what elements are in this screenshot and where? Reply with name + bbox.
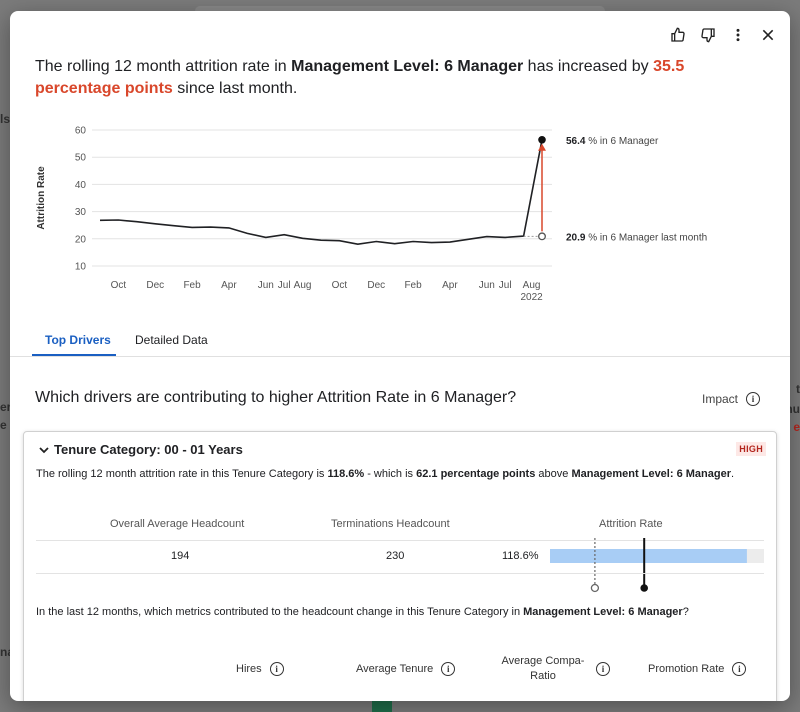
- value-dot: [640, 584, 648, 592]
- background-text: ls: [0, 112, 11, 126]
- driver-card-title: Tenure Category: 00 - 01 Years: [54, 442, 243, 457]
- metrics-q-end: ?: [682, 606, 689, 618]
- chart-svg: 10 20 30 40 50 60 Attrition Rate Oct Dec Feb Apr Ju…: [36, 126, 707, 304]
- insight-headline: The rolling 12 month attrition rate in M…: [35, 56, 725, 100]
- change-arrow-head: [538, 143, 546, 151]
- desc-end: .: [731, 468, 735, 480]
- metric-header-label: Average Tenure: [356, 663, 434, 675]
- stats-divider: [36, 573, 764, 574]
- modal-toolbar: [668, 25, 778, 45]
- metric-header-label: Hires: [236, 663, 262, 675]
- driver-card-description: The rolling 12 month attrition rate in t…: [36, 468, 734, 480]
- background-text: e: [0, 418, 7, 432]
- impact-badge: HIGH: [736, 442, 766, 456]
- impact-label-group[interactable]: Impact i: [702, 392, 760, 406]
- info-icon[interactable]: i: [746, 392, 760, 406]
- headline-prefix: The rolling 12 month attrition rate in: [35, 58, 292, 75]
- background-text: e: [793, 420, 800, 434]
- y-tick-label: 20: [75, 234, 87, 245]
- stats-header-terminations: Terminations Headcount: [331, 518, 450, 530]
- x-tick-label: Aug: [523, 280, 541, 291]
- current-value-point: [538, 135, 546, 144]
- metric-header-label: Promotion Rate: [648, 663, 725, 675]
- bar-fill: [550, 549, 747, 563]
- background-block: [372, 700, 392, 712]
- metric-header-hires[interactable]: Hires i: [236, 662, 284, 676]
- stats-header-avg-headcount: Overall Average Headcount: [110, 518, 245, 530]
- thumbs-down-icon[interactable]: [698, 25, 718, 45]
- x-tick-label: Feb: [183, 280, 201, 291]
- thumbs-up-icon[interactable]: [668, 25, 688, 45]
- desc-points: 62.1 percentage points: [416, 468, 536, 480]
- y-tick-label: 10: [75, 262, 87, 273]
- drivers-question: Which drivers are contributing to higher…: [35, 389, 517, 406]
- metric-header-compa-ratio[interactable]: Average Compa-Ratio i: [498, 654, 610, 684]
- x-tick-label: Apr: [442, 280, 458, 291]
- headline-entity: Management Level: 6 Manager: [291, 58, 524, 75]
- tab-detailed-data[interactable]: Detailed Data: [135, 333, 208, 347]
- desc-prefix: The rolling 12 month attrition rate in t…: [36, 468, 328, 480]
- driver-card: Tenure Category: 00 - 01 Years HIGH The …: [23, 431, 777, 701]
- benchmark-dot: [590, 583, 600, 593]
- more-vert-icon[interactable]: [728, 25, 748, 45]
- attrition-rate-bar: [550, 538, 764, 593]
- x-tick-label: Dec: [367, 280, 385, 291]
- metrics-question: In the last 12 months, which metrics con…: [36, 606, 689, 618]
- y-axis-label: Attrition Rate: [36, 166, 47, 230]
- info-icon[interactable]: i: [269, 662, 284, 676]
- background-text: t: [796, 382, 800, 396]
- desc-after: above: [535, 468, 572, 480]
- stats-header-attrition-rate: Attrition Rate: [599, 518, 663, 530]
- x-tick-label: Oct: [111, 280, 127, 291]
- stat-avg-headcount: 194: [171, 550, 190, 562]
- stat-terminations: 230: [386, 550, 405, 562]
- y-tick-label: 50: [75, 153, 87, 164]
- info-icon[interactable]: i: [596, 662, 610, 676]
- metric-header-label: Average Compa-Ratio: [501, 655, 585, 682]
- x-tick-label: Jun: [258, 280, 274, 291]
- headline-suffix: since last month.: [172, 80, 298, 97]
- desc-rate: 118.6%: [327, 468, 365, 480]
- info-icon[interactable]: i: [732, 662, 747, 676]
- desc-entity: Management Level: 6 Manager: [571, 468, 731, 480]
- metrics-q-entity: Management Level: 6 Manager: [523, 606, 683, 618]
- chevron-down-icon[interactable]: [38, 444, 50, 456]
- attrition-line-chart: 10 20 30 40 50 60 Attrition Rate Oct Dec Feb Apr Ju…: [30, 116, 770, 316]
- x-tick-label: Jul: [278, 280, 291, 291]
- y-tick-label: 60: [75, 126, 87, 137]
- x-year-label: 2022: [520, 292, 543, 303]
- stat-attrition-rate: 118.6%: [502, 550, 539, 562]
- x-tick-label: Jun: [479, 280, 495, 291]
- x-tick-label: Oct: [332, 280, 348, 291]
- insight-modal: The rolling 12 month attrition rate in M…: [10, 11, 790, 701]
- x-tick-label: Aug: [294, 280, 312, 291]
- metric-header-promotion-rate[interactable]: Promotion Rate i: [648, 662, 747, 676]
- driver-card-header[interactable]: Tenure Category: 00 - 01 Years: [38, 442, 243, 457]
- y-tick-label: 30: [75, 207, 87, 218]
- desc-middle: - which is: [364, 468, 417, 480]
- x-tick-label: Apr: [221, 280, 237, 291]
- info-icon[interactable]: i: [441, 662, 456, 676]
- close-icon[interactable]: [758, 25, 778, 45]
- tab-top-drivers[interactable]: Top Drivers: [45, 333, 111, 347]
- tab-bar: Top Drivers Detailed Data: [10, 321, 790, 357]
- previous-value-annotation: 20.9 % in 6 Manager last month: [566, 232, 707, 243]
- previous-value-point: [538, 232, 546, 241]
- headline-middle: has increased by: [523, 58, 654, 75]
- impact-label: Impact: [701, 392, 738, 406]
- current-value-annotation: 56.4 % in 6 Manager: [566, 136, 659, 147]
- series-line: [99, 139, 543, 246]
- metric-header-average-tenure[interactable]: Average Tenure i: [356, 662, 456, 676]
- active-tab-indicator: [32, 354, 116, 356]
- metrics-q-prefix: In the last 12 months, which metrics con…: [36, 606, 524, 618]
- y-tick-label: 40: [75, 180, 87, 191]
- x-tick-label: Jul: [499, 280, 512, 291]
- x-tick-label: Dec: [146, 280, 164, 291]
- x-tick-label: Feb: [404, 280, 422, 291]
